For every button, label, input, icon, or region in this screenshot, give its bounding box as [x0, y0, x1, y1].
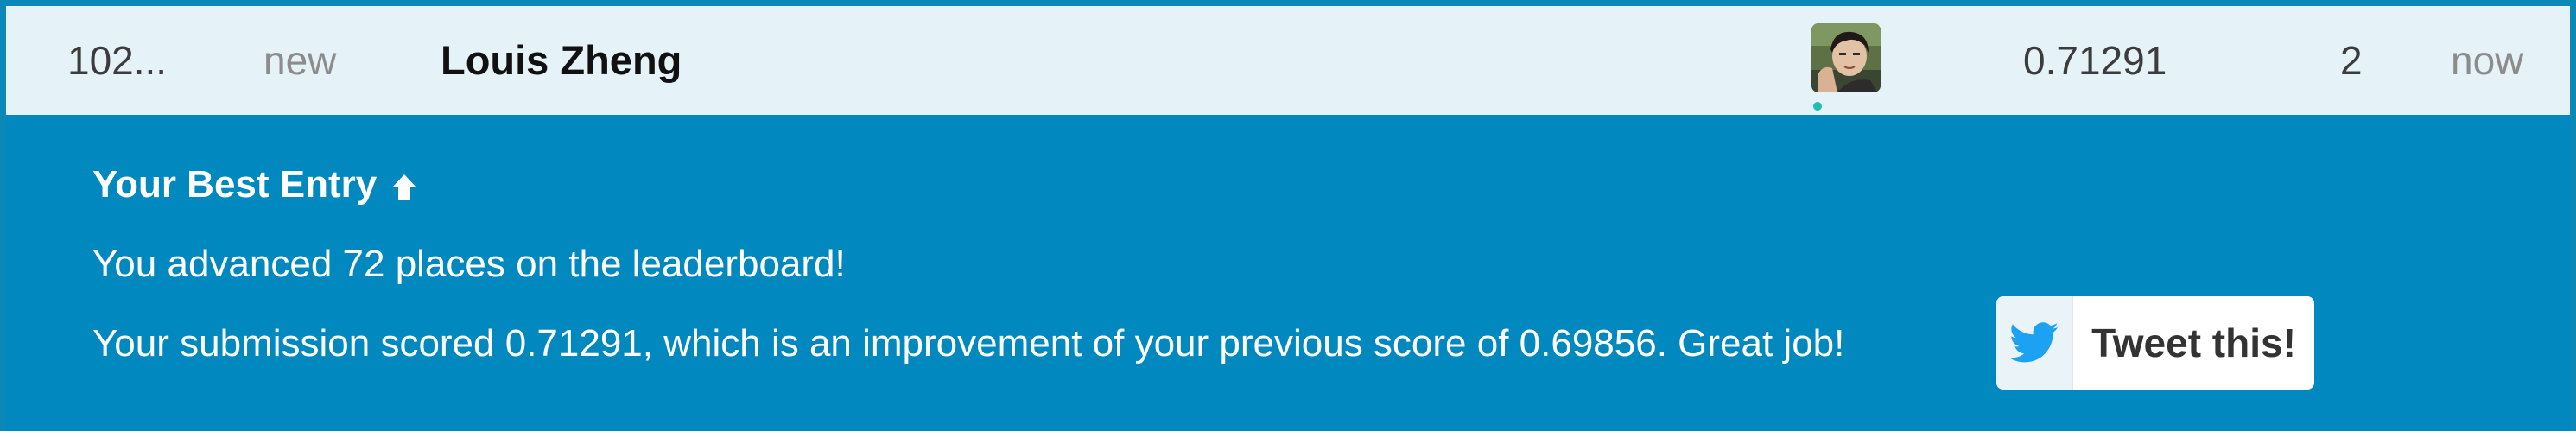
team-name[interactable]: Louis Zheng — [441, 6, 682, 115]
leaderboard-frame: 102... new Louis Zheng 0.71291 2 now You… — [0, 0, 2576, 431]
online-status-dot — [1813, 102, 1822, 111]
best-entry-panel: Your Best Entry You advanced 72 places o… — [6, 115, 2570, 437]
best-entry-heading: Your Best Entry — [92, 163, 420, 206]
score-cell: 0.71291 — [2023, 38, 2167, 83]
arrow-up-icon — [389, 169, 420, 200]
rank-cell: 102... — [67, 38, 168, 83]
avatar[interactable] — [1811, 23, 1881, 92]
twitter-bird-icon — [2009, 322, 2059, 363]
best-entry-heading-text: Your Best Entry — [92, 163, 378, 206]
user-avatar-icon — [1811, 23, 1881, 92]
rank-change-cell: new — [263, 38, 337, 83]
leaderboard-row[interactable]: 102... new Louis Zheng 0.71291 2 now — [6, 6, 2570, 115]
advanced-places-text: You advanced 72 places on the leaderboar… — [92, 243, 846, 285]
score-improvement-text: Your submission scored 0.71291, which is… — [92, 322, 1845, 364]
entries-cell: 2 — [2340, 38, 2363, 83]
tweet-button[interactable]: Tweet this! — [1996, 296, 2314, 390]
twitter-icon-container — [1996, 296, 2073, 390]
tweet-button-label: Tweet this! — [2091, 320, 2296, 365]
last-submission-cell: now — [2451, 38, 2524, 83]
